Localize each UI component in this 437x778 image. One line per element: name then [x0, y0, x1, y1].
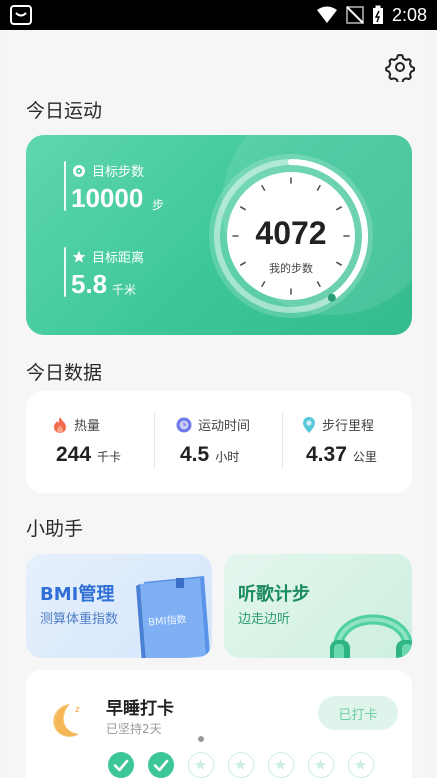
- today-steps: 4072: [255, 215, 327, 251]
- bmi-card-title: BMI管理: [40, 584, 115, 605]
- music-card-title: 听歌计步: [238, 584, 310, 605]
- section-title-assistant: 小助手: [26, 518, 84, 540]
- day-star-icon: [348, 752, 374, 778]
- checkin-subtitle: 已坚持2天: [106, 722, 162, 736]
- section-title-today-data: 今日数据: [26, 362, 103, 384]
- notification-app-icon: [10, 5, 32, 25]
- target-steps-label: 目标步数: [72, 161, 144, 180]
- stat-exercise-time-unit: 小时: [215, 450, 240, 464]
- day-star-icon: [308, 752, 334, 778]
- today-data-card: 热量 244 千卡 运动时间 4.5 小时 步行里程 4.37 公里: [26, 391, 412, 493]
- day-star-icon: [228, 752, 254, 778]
- stat-calories-label: 热量: [74, 419, 101, 434]
- pager-dot: [198, 736, 204, 742]
- app-screen: 今日运动 目标步数 10000 步 目标距离 5.8 千米 4072 我的步数 …: [8, 30, 429, 778]
- target-distance-value: 5.8: [71, 269, 108, 299]
- headphones-icon: [330, 614, 412, 658]
- checkin-title: 早睡打卡: [106, 699, 174, 719]
- bmi-card-subtitle: 测算体重指数: [40, 612, 119, 627]
- battery-icon: [372, 5, 383, 24]
- moon-sleep-icon: z: [53, 704, 80, 737]
- stat-calories-value: 244: [56, 443, 92, 466]
- bmi-management-card[interactable]: BMI管理 测算体重指数 BMI指数: [26, 554, 212, 658]
- stat-calories-unit: 千卡: [97, 450, 122, 464]
- day-checked-icon: [148, 752, 174, 778]
- stat-walk-distance-unit: 公里: [352, 450, 377, 464]
- target-steps-unit: 步: [152, 198, 165, 212]
- stat-walk-distance-label: 步行里程: [322, 419, 375, 434]
- target-icon: [73, 164, 85, 177]
- target-distance-label: 目标距离: [72, 247, 144, 266]
- stat-divider: [282, 413, 283, 469]
- moon-z-text: z: [75, 705, 80, 715]
- stat-exercise-time-value: 4.5: [180, 443, 210, 466]
- clock-time: 2:08: [391, 4, 427, 25]
- checked-in-button[interactable]: 已打卡: [318, 696, 398, 730]
- day-star-icon: [268, 752, 294, 778]
- day-checked-icon: [108, 752, 134, 778]
- steps-progress-ring: 4072 我的步数: [206, 151, 376, 321]
- signal-off-icon: [346, 6, 364, 24]
- music-card-subtitle: 边走边听: [238, 612, 291, 627]
- target-distance-unit: 千米: [112, 283, 137, 297]
- accent-bar: [64, 161, 66, 211]
- clock-icon: [176, 417, 192, 432]
- stat-divider: [154, 413, 155, 469]
- day-star-icon: [188, 752, 214, 778]
- music-step-card[interactable]: 听歌计步 边走边听: [224, 554, 412, 658]
- settings-gear-icon[interactable]: [385, 52, 415, 82]
- status-bar: 2:08: [0, 0, 437, 30]
- section-title-today-sport: 今日运动: [26, 100, 103, 122]
- star-icon: [72, 250, 86, 263]
- wifi-icon: [316, 6, 337, 23]
- today-sport-card[interactable]: 目标步数 10000 步 目标距离 5.8 千米 4072 我的步数: [26, 135, 412, 335]
- stat-exercise-time-label: 运动时间: [198, 419, 251, 434]
- steps-caption: 我的步数: [269, 262, 313, 275]
- stat-walk-distance-value: 4.37: [306, 443, 347, 466]
- location-pin-icon: [303, 416, 315, 433]
- flame-icon: [54, 416, 66, 433]
- accent-bar: [64, 247, 66, 297]
- target-steps-value: 10000: [71, 183, 144, 213]
